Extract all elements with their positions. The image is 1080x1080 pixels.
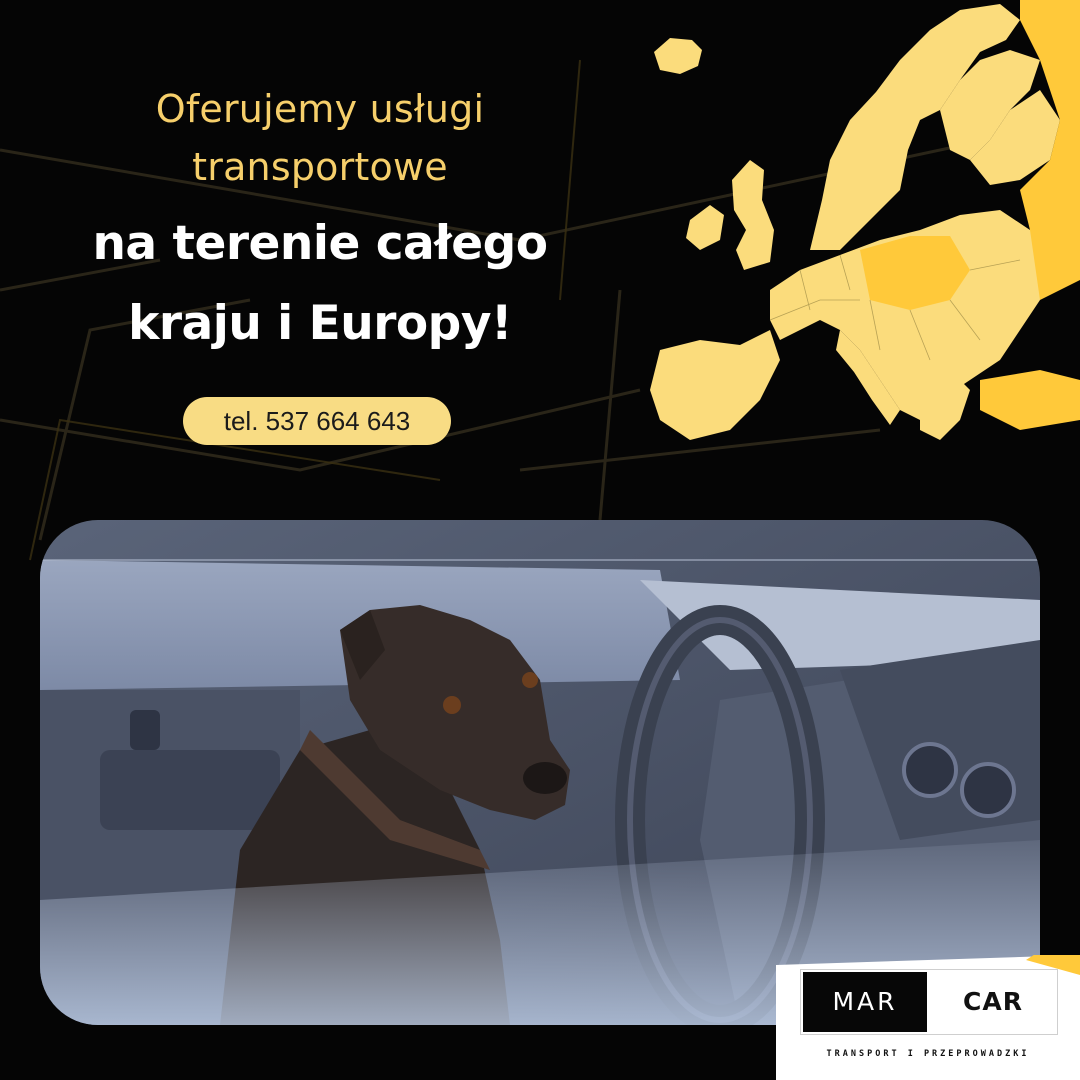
logo-right-word: CAR (963, 987, 1023, 1016)
headline-line-1: Oferujemy usługi (155, 87, 485, 131)
headline-line-3: na terenie całego (92, 216, 548, 271)
logo-area: MAR CAR TRANSPORT I PRZEPROWADZKI (776, 955, 1080, 1080)
headline-line-4: kraju i Europy! (128, 296, 512, 351)
logo-tagline: TRANSPORT I PRZEPROWADZKI (826, 1049, 1030, 1059)
headline: Oferujemy usługi transportowe na terenie… (40, 80, 600, 364)
headline-line-2: transportowe (192, 145, 448, 189)
europe-map-icon (650, 0, 1080, 440)
phone-badge[interactable]: tel. 537 664 643 (183, 397, 451, 445)
brand-logo: MAR CAR (800, 969, 1058, 1035)
dog-in-car-photo (40, 520, 1040, 1025)
logo-left-word: MAR (803, 972, 927, 1032)
